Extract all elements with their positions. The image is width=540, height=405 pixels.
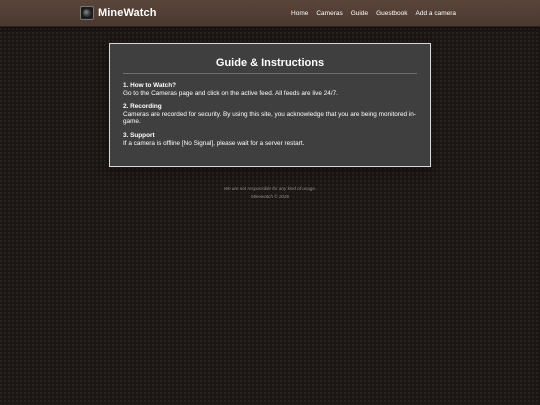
page-footer: We are not responsible for any kind of u… <box>0 185 540 200</box>
guide-panel: Guide & Instructions 1. How to Watch? Go… <box>109 43 431 167</box>
nav-guestbook[interactable]: Guestbook <box>376 10 407 17</box>
camera-lens-icon <box>80 6 94 20</box>
footer-disclaimer: We are not responsible for any kind of u… <box>223 186 317 191</box>
guide-section-recording: 2. Recording Cameras are recorded for se… <box>123 103 417 126</box>
nav-cameras[interactable]: Cameras <box>316 10 342 17</box>
title-divider <box>123 73 417 74</box>
section-heading: 1. How to Watch? <box>123 82 177 89</box>
brand[interactable]: MineWatch <box>80 5 157 21</box>
brand-name[interactable]: MineWatch <box>98 7 157 19</box>
section-body: If a camera is offline [No Signal], plea… <box>123 139 305 147</box>
section-heading: 3. Support <box>123 132 155 139</box>
main-nav: Home Cameras Guide Guestbook Add a camer… <box>283 0 456 26</box>
footer-copyright: Minewatch © 2026 <box>250 193 290 199</box>
guide-section-support: 3. Support If a camera is offline [No Si… <box>123 132 417 147</box>
panel-title: Guide & Instructions <box>215 57 325 69</box>
section-body: Cameras are recorded for security. By us… <box>123 110 416 126</box>
guide-section-how-to-watch: 1. How to Watch? Go to the Cameras page … <box>123 82 417 97</box>
nav-guide[interactable]: Guide <box>351 10 368 17</box>
section-heading: 2. Recording <box>123 103 162 110</box>
section-body: Go to the Cameras page and click on the … <box>123 89 338 97</box>
nav-home[interactable]: Home <box>291 10 308 17</box>
nav-add-camera[interactable]: Add a camera <box>416 10 456 17</box>
top-navbar: MineWatch Home Cameras Guide Guestbook A… <box>0 0 540 27</box>
